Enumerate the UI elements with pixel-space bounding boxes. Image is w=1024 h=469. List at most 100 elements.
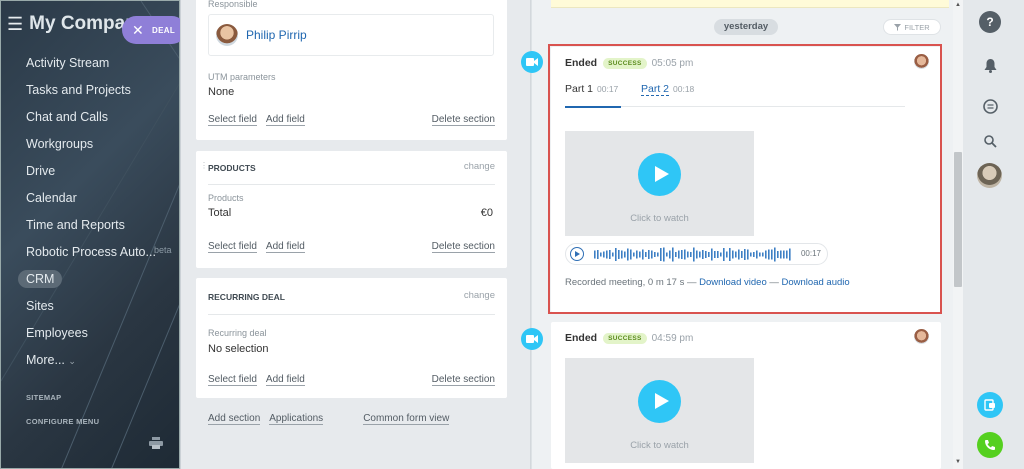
sidebar-item-employees[interactable]: Employees bbox=[26, 323, 156, 350]
avatar[interactable] bbox=[914, 329, 929, 344]
beta-badge: beta bbox=[154, 245, 172, 255]
products-title: PRODUCTS bbox=[208, 163, 256, 173]
drag-handle-icon[interactable]: ⋮ bbox=[200, 161, 208, 170]
filter-button[interactable]: FILTER bbox=[883, 19, 941, 35]
recurring-value: No selection bbox=[208, 343, 269, 355]
delete-section-link[interactable]: Delete section bbox=[431, 114, 495, 126]
timeline-event-call: Ended SUCCESS 04:59 pm Click to watch bbox=[551, 322, 941, 469]
event-header: Ended SUCCESS 04:59 pm bbox=[565, 332, 693, 344]
recurring-deal-card: RECURRING DEAL change Recurring deal No … bbox=[196, 278, 507, 398]
utm-label: UTM parameters bbox=[208, 72, 276, 82]
help-icon[interactable]: ? bbox=[979, 11, 1001, 33]
search-icon[interactable] bbox=[979, 130, 1001, 152]
sidebar-item-time-reports[interactable]: Time and Reports bbox=[26, 215, 156, 242]
sidebar-item-chat[interactable]: Chat and Calls bbox=[26, 107, 156, 134]
products-label: Products bbox=[208, 193, 244, 203]
scroll-down-icon[interactable]: ▼ bbox=[955, 459, 961, 465]
products-card: ⋮ PRODUCTS change Products Total €0 Sele… bbox=[196, 151, 507, 268]
chevron-down-icon: ⌄ bbox=[68, 356, 76, 366]
click-to-watch-label: Click to watch bbox=[630, 440, 689, 451]
field-links: Select field Add field bbox=[208, 374, 314, 386]
deal-form: Responsible Philip Pirrip UTM parameters… bbox=[180, 0, 530, 469]
close-deal-button[interactable]: ✕ DEAL bbox=[122, 16, 186, 44]
chat-icon[interactable] bbox=[979, 95, 1001, 117]
delete-section-wrap: Delete section bbox=[431, 374, 495, 386]
logo-row: ☰ My Compan bbox=[7, 13, 137, 35]
sidebar-item-activity-stream[interactable]: Activity Stream bbox=[26, 53, 156, 80]
applications-link[interactable]: Applications bbox=[269, 413, 324, 425]
common-form-view-link[interactable]: Common form view bbox=[363, 413, 450, 425]
sidebar-item-label: Robotic Process Auto... bbox=[26, 245, 156, 259]
sidebar-item-label: Drive bbox=[26, 164, 56, 178]
filter-label: FILTER bbox=[904, 22, 930, 32]
sidebar-item-workgroups[interactable]: Workgroups bbox=[26, 134, 156, 161]
phone-icon[interactable] bbox=[977, 432, 1003, 458]
products-change-link[interactable]: change bbox=[464, 161, 495, 172]
printer-icon[interactable] bbox=[149, 437, 163, 449]
sidebar-item-label: Tasks and Projects bbox=[26, 83, 131, 97]
total-label: Total bbox=[208, 207, 232, 219]
left-sidebar: ☰ My Compan Activity Stream Tasks and Pr… bbox=[0, 0, 180, 469]
sidebar-item-label: CRM bbox=[18, 270, 63, 288]
divider bbox=[208, 184, 495, 185]
select-field-link[interactable]: Select field bbox=[208, 241, 257, 253]
recurring-title: RECURRING DEAL bbox=[208, 292, 285, 302]
add-field-link[interactable]: Add field bbox=[265, 241, 305, 253]
timeline-top-item bbox=[551, 0, 949, 8]
utm-value: None bbox=[208, 86, 235, 98]
deal-label: DEAL bbox=[152, 25, 176, 35]
responsible-name[interactable]: Philip Pirrip bbox=[246, 28, 307, 42]
avatar[interactable] bbox=[977, 163, 1002, 188]
sidebar-item-calendar[interactable]: Calendar bbox=[26, 188, 156, 215]
video-player[interactable]: Click to watch bbox=[565, 358, 754, 463]
sidebar-item-label: Time and Reports bbox=[26, 218, 125, 232]
filter-icon bbox=[894, 23, 902, 31]
date-separator: yesterday bbox=[714, 19, 778, 35]
delete-section-wrap: Delete section bbox=[431, 241, 495, 253]
right-toolbar: ▲ ▼ ? bbox=[953, 0, 1024, 469]
select-field-link[interactable]: Select field bbox=[208, 374, 257, 386]
recurring-change-link[interactable]: change bbox=[464, 290, 495, 301]
company-name[interactable]: My Compan bbox=[29, 13, 137, 35]
close-icon: ✕ bbox=[132, 21, 145, 38]
sidebar-item-sites[interactable]: Sites bbox=[26, 296, 156, 323]
sidebar-item-label: Calendar bbox=[26, 191, 77, 205]
delete-section-link[interactable]: Delete section bbox=[431, 374, 495, 386]
sidebar-menu: Activity Stream Tasks and Projects Chat … bbox=[18, 53, 172, 377]
sidebar-item-label: Employees bbox=[26, 326, 88, 340]
play-icon[interactable] bbox=[638, 380, 681, 423]
avatar bbox=[216, 24, 238, 46]
bell-icon[interactable] bbox=[979, 55, 1001, 77]
sidebar-item-tasks[interactable]: Tasks and Projects bbox=[26, 80, 156, 107]
select-field-link[interactable]: Select field bbox=[208, 114, 257, 126]
sidebar-item-crm[interactable]: CRM bbox=[18, 269, 156, 296]
recurring-label: Recurring deal bbox=[208, 328, 267, 338]
sidebar-item-drive[interactable]: Drive bbox=[26, 161, 156, 188]
total-value: €0 bbox=[480, 207, 493, 219]
scrollbar[interactable]: ▲ ▼ bbox=[953, 0, 963, 469]
responsible-field[interactable]: Philip Pirrip bbox=[208, 14, 494, 56]
field-links: Select field Add field bbox=[208, 241, 314, 253]
main-fields-card: Responsible Philip Pirrip UTM parameters… bbox=[196, 0, 507, 140]
sidebar-item-label: Workgroups bbox=[26, 137, 94, 151]
event-time: 04:59 pm bbox=[651, 332, 694, 344]
menu-burger-icon[interactable]: ☰ bbox=[7, 15, 23, 33]
field-links: Select field Add field bbox=[208, 114, 314, 126]
add-field-link[interactable]: Add field bbox=[265, 114, 305, 126]
delete-section-wrap: Delete section bbox=[431, 114, 495, 126]
video-call-icon bbox=[521, 51, 543, 73]
scroll-up-icon[interactable]: ▲ bbox=[955, 2, 961, 8]
delete-section-link[interactable]: Delete section bbox=[431, 241, 495, 253]
sitemap-link[interactable]: SITEMAP bbox=[26, 393, 61, 402]
add-field-link[interactable]: Add field bbox=[265, 374, 305, 386]
configure-menu-link[interactable]: CONFIGURE MENU bbox=[26, 417, 99, 426]
open-lines-icon[interactable] bbox=[977, 392, 1003, 418]
sidebar-item-label: Activity Stream bbox=[26, 56, 110, 70]
add-section-link[interactable]: Add section bbox=[208, 413, 261, 425]
sidebar-item-rpa[interactable]: Robotic Process Auto... beta bbox=[26, 242, 172, 269]
scrollbar-thumb[interactable] bbox=[954, 152, 962, 287]
sidebar-item-label: More... bbox=[26, 353, 65, 367]
sidebar-item-more[interactable]: More... ⌄ bbox=[26, 350, 156, 377]
sidebar-item-label: Sites bbox=[26, 299, 54, 313]
status-badge: SUCCESS bbox=[603, 332, 647, 344]
